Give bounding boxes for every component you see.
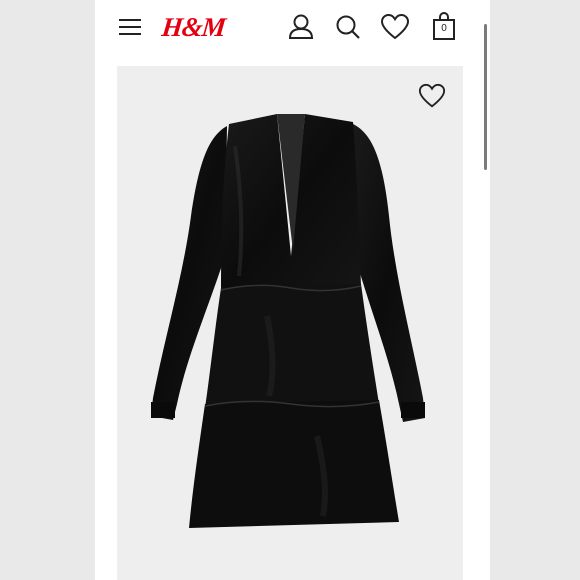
favorite-heart-icon[interactable] bbox=[418, 82, 446, 110]
mobile-page: H&M 0 bbox=[95, 0, 490, 580]
product-card[interactable] bbox=[117, 66, 463, 580]
user-icon[interactable] bbox=[287, 13, 315, 41]
hamburger-menu-icon[interactable] bbox=[118, 17, 142, 37]
scrollbar[interactable] bbox=[482, 0, 490, 580]
bag-count: 0 bbox=[441, 23, 447, 34]
search-icon[interactable] bbox=[334, 13, 362, 41]
site-header: H&M 0 bbox=[95, 0, 490, 58]
product-image[interactable] bbox=[117, 66, 463, 580]
scroll-thumb[interactable] bbox=[484, 24, 487, 170]
hm-logo[interactable]: H&M bbox=[160, 10, 227, 44]
heart-icon[interactable] bbox=[380, 13, 410, 41]
